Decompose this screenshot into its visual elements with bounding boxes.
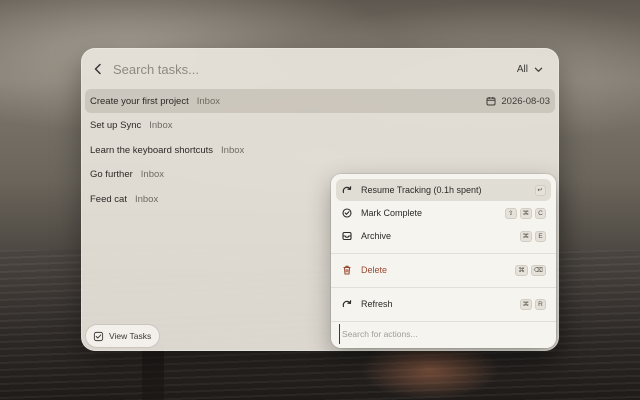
task-project: Inbox	[134, 193, 159, 205]
resume-icon	[341, 184, 353, 196]
key-cap: ↵	[534, 184, 546, 196]
action-menu: Resume Tracking (0.1h spent) ↵ Mark Comp…	[331, 174, 556, 348]
task-title: Feed cat	[90, 193, 127, 205]
key-cap: ⌫	[530, 264, 546, 276]
action-archive[interactable]: Archive ⌘ E	[336, 225, 551, 247]
action-label: Archive	[361, 231, 392, 241]
task-title: Create your first project	[90, 95, 189, 107]
menu-divider	[331, 287, 556, 288]
key-cap: ⇧	[505, 207, 517, 219]
calendar-icon	[486, 97, 496, 106]
action-mark-complete[interactable]: Mark Complete ⇧ ⌘ C	[336, 202, 551, 224]
action-label: Delete	[361, 265, 388, 275]
key-cap: R	[535, 298, 546, 310]
key-cap: ⌘	[519, 298, 532, 310]
action-refresh[interactable]: Refresh ⌘ R	[336, 293, 551, 315]
task-project: Inbox	[221, 144, 245, 156]
filter-label: All	[516, 63, 528, 75]
task-title: Learn the keyboard shortcuts	[90, 144, 214, 156]
task-row[interactable]: Set up Sync Inbox	[85, 114, 555, 138]
chevron-left-icon[interactable]	[91, 62, 105, 76]
check-circle-icon	[341, 207, 353, 219]
chevron-down-icon	[534, 67, 543, 72]
task-title: Set up Sync	[90, 120, 142, 131]
view-tasks-button[interactable]: View Tasks	[86, 325, 160, 347]
task-row[interactable]: Create your first project Inbox 2026-08-…	[85, 89, 555, 113]
task-project: Inbox	[196, 95, 220, 107]
trash-icon	[341, 264, 353, 276]
action-resume-tracking[interactable]: Resume Tracking (0.1h spent) ↵	[336, 179, 551, 201]
action-label: Resume Tracking (0.1h spent)	[361, 185, 482, 195]
action-label: Refresh	[361, 299, 393, 309]
task-date-text: 2026-08-03	[501, 95, 550, 107]
shortcut-keys: ⌘ E	[519, 230, 546, 242]
key-cap: C	[535, 207, 546, 219]
action-delete[interactable]: Delete ⌘ ⌫	[336, 259, 551, 281]
task-title: Go further	[90, 169, 133, 180]
shortcut-keys: ⇧ ⌘ C	[505, 207, 546, 219]
key-cap: ⌘	[519, 207, 532, 219]
search-input[interactable]	[113, 61, 513, 77]
task-project: Inbox	[140, 169, 165, 180]
menu-divider	[331, 253, 556, 254]
task-project: Inbox	[149, 120, 173, 131]
shortcut-keys: ↵	[534, 184, 546, 196]
action-label: Mark Complete	[361, 208, 423, 218]
menu-divider	[331, 321, 556, 322]
refresh-icon	[341, 298, 353, 310]
task-row[interactable]: Learn the keyboard shortcuts Inbox	[85, 138, 555, 162]
task-due-date: 2026-08-03	[486, 96, 550, 107]
view-tasks-label: View Tasks	[109, 331, 152, 341]
shortcut-keys: ⌘ ⌫	[515, 264, 546, 276]
filter-dropdown[interactable]: All	[513, 64, 547, 75]
shortcut-keys: ⌘ R	[519, 298, 546, 310]
key-cap: ⌘	[519, 230, 532, 242]
tasks-icon	[93, 331, 104, 341]
key-cap: ⌘	[515, 264, 528, 276]
key-cap: E	[535, 230, 546, 242]
action-search-input[interactable]	[339, 324, 548, 344]
search-bar: All	[81, 48, 559, 90]
archive-icon	[341, 230, 353, 242]
